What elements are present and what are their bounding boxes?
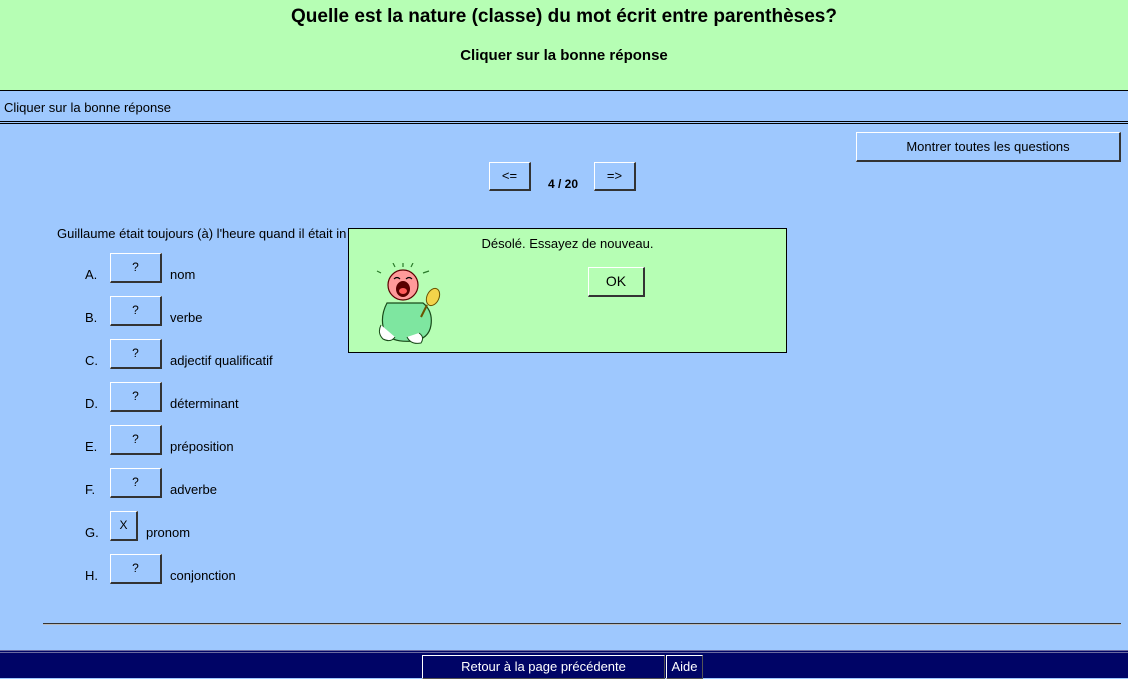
option-button-e[interactable]: ?: [110, 425, 162, 455]
option-text-e: préposition: [170, 439, 234, 454]
option-text-a: nom: [170, 267, 196, 282]
previous-question-button[interactable]: <=: [489, 162, 531, 191]
bottom-divider: [43, 623, 1121, 625]
option-button-d[interactable]: ?: [110, 382, 162, 412]
next-question-button[interactable]: =>: [594, 162, 636, 191]
crying-baby-icon: [376, 263, 441, 344]
option-letter-b: B.: [85, 310, 98, 325]
option-letter-h: H.: [85, 568, 98, 583]
option-text-c: adjectif qualificatif: [170, 353, 273, 368]
page-title: Quelle est la nature (classe) du mot écr…: [291, 6, 837, 27]
option-text-g: pronom: [146, 525, 191, 540]
option-letter-f: F.: [85, 482, 96, 497]
question-text: Guillaume était toujours (à) l'heure qua…: [57, 226, 347, 241]
instruction-bar: Cliquer sur la bonne réponse: [0, 92, 1128, 124]
feedback-dialog: Désolé. Essayez de nouveau. OK: [348, 228, 787, 353]
option-letter-c: C.: [85, 353, 98, 368]
option-button-h[interactable]: ?: [110, 554, 162, 584]
instruction-text: Cliquer sur la bonne réponse: [4, 100, 171, 115]
option-text-d: déterminant: [170, 396, 239, 411]
option-letter-e: E.: [85, 439, 98, 454]
footer-bar: Retour à la page précédente Aide: [0, 650, 1128, 679]
show-all-questions-button[interactable]: Montrer toutes les questions: [856, 132, 1121, 162]
option-button-a[interactable]: ?: [110, 253, 162, 283]
option-button-g[interactable]: X: [110, 511, 138, 541]
dialog-message: Désolé. Essayez de nouveau.: [481, 236, 654, 251]
option-text-f: adverbe: [170, 482, 217, 497]
option-letter-a: A.: [85, 267, 98, 282]
back-button[interactable]: Retour à la page précédente: [422, 655, 665, 679]
option-letter-g: G.: [85, 525, 99, 540]
option-text-h: conjonction: [170, 568, 236, 583]
option-button-b[interactable]: ?: [110, 296, 162, 326]
option-text-b: verbe: [170, 310, 203, 325]
option-button-c[interactable]: ?: [110, 339, 162, 369]
option-button-f[interactable]: ?: [110, 468, 162, 498]
page-header: Quelle est la nature (classe) du mot écr…: [0, 0, 1128, 91]
option-letter-d: D.: [85, 396, 98, 411]
help-button[interactable]: Aide: [666, 655, 703, 679]
ok-button[interactable]: OK: [588, 267, 645, 297]
page-subtitle: Cliquer sur la bonne réponse: [460, 47, 668, 64]
question-counter: 4 / 20: [548, 177, 579, 191]
